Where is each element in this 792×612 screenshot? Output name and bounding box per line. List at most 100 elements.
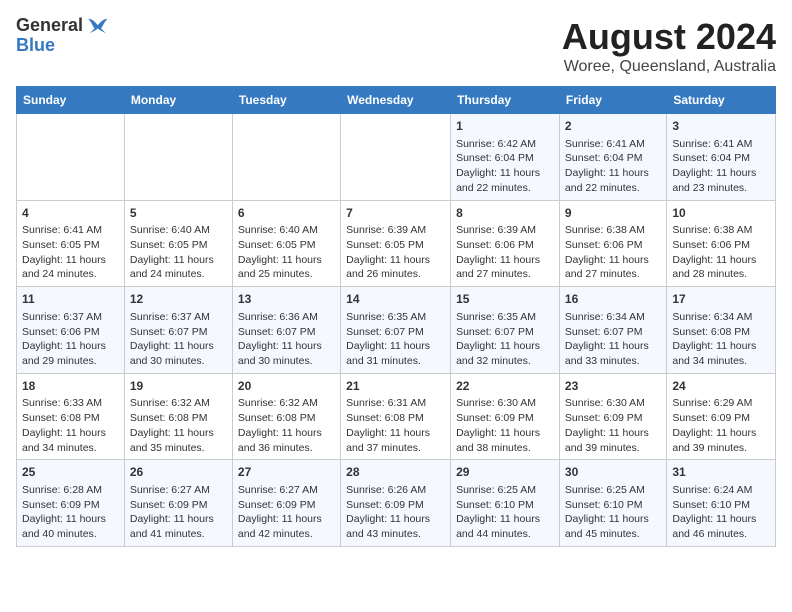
calendar-cell: [341, 114, 451, 201]
calendar-cell: 29Sunrise: 6:25 AMSunset: 6:10 PMDayligh…: [451, 460, 560, 547]
column-header-wednesday: Wednesday: [341, 87, 451, 114]
day-number: 12: [130, 291, 227, 308]
daylight-text: Daylight: 11 hours and 38 minutes.: [456, 426, 554, 455]
sunrise-text: Sunrise: 6:41 AM: [565, 137, 661, 152]
sunset-text: Sunset: 6:10 PM: [672, 498, 770, 513]
calendar-cell: 27Sunrise: 6:27 AMSunset: 6:09 PMDayligh…: [232, 460, 340, 547]
day-number: 5: [130, 205, 227, 222]
sunset-text: Sunset: 6:09 PM: [565, 411, 661, 426]
calendar-cell: 8Sunrise: 6:39 AMSunset: 6:06 PMDaylight…: [451, 200, 560, 287]
day-number: 13: [238, 291, 335, 308]
sunrise-text: Sunrise: 6:38 AM: [565, 223, 661, 238]
sunset-text: Sunset: 6:04 PM: [565, 151, 661, 166]
daylight-text: Daylight: 11 hours and 24 minutes.: [130, 253, 227, 282]
sunset-text: Sunset: 6:06 PM: [456, 238, 554, 253]
daylight-text: Daylight: 11 hours and 39 minutes.: [672, 426, 770, 455]
daylight-text: Daylight: 11 hours and 42 minutes.: [238, 512, 335, 541]
calendar-cell: 30Sunrise: 6:25 AMSunset: 6:10 PMDayligh…: [559, 460, 666, 547]
calendar-cell: 22Sunrise: 6:30 AMSunset: 6:09 PMDayligh…: [451, 373, 560, 460]
day-number: 25: [22, 464, 119, 481]
day-number: 1: [456, 118, 554, 135]
sunrise-text: Sunrise: 6:30 AM: [456, 396, 554, 411]
sunrise-text: Sunrise: 6:34 AM: [672, 310, 770, 325]
daylight-text: Daylight: 11 hours and 43 minutes.: [346, 512, 445, 541]
day-number: 30: [565, 464, 661, 481]
day-number: 9: [565, 205, 661, 222]
day-number: 26: [130, 464, 227, 481]
column-header-saturday: Saturday: [667, 87, 776, 114]
sunrise-text: Sunrise: 6:40 AM: [130, 223, 227, 238]
calendar-cell: 11Sunrise: 6:37 AMSunset: 6:06 PMDayligh…: [17, 287, 125, 374]
calendar-week-row: 1Sunrise: 6:42 AMSunset: 6:04 PMDaylight…: [17, 114, 776, 201]
day-number: 31: [672, 464, 770, 481]
calendar-cell: 18Sunrise: 6:33 AMSunset: 6:08 PMDayligh…: [17, 373, 125, 460]
calendar-cell: 24Sunrise: 6:29 AMSunset: 6:09 PMDayligh…: [667, 373, 776, 460]
calendar-cell: 9Sunrise: 6:38 AMSunset: 6:06 PMDaylight…: [559, 200, 666, 287]
daylight-text: Daylight: 11 hours and 33 minutes.: [565, 339, 661, 368]
logo-bird-icon: [85, 17, 109, 35]
sunset-text: Sunset: 6:10 PM: [456, 498, 554, 513]
day-number: 17: [672, 291, 770, 308]
day-number: 29: [456, 464, 554, 481]
sunrise-text: Sunrise: 6:37 AM: [130, 310, 227, 325]
sunset-text: Sunset: 6:06 PM: [22, 325, 119, 340]
logo-general-text: General: [16, 16, 83, 36]
sunset-text: Sunset: 6:07 PM: [238, 325, 335, 340]
calendar-body: 1Sunrise: 6:42 AMSunset: 6:04 PMDaylight…: [17, 114, 776, 547]
daylight-text: Daylight: 11 hours and 34 minutes.: [672, 339, 770, 368]
day-number: 10: [672, 205, 770, 222]
sunset-text: Sunset: 6:06 PM: [672, 238, 770, 253]
sunset-text: Sunset: 6:08 PM: [22, 411, 119, 426]
sunset-text: Sunset: 6:09 PM: [22, 498, 119, 513]
sunrise-text: Sunrise: 6:35 AM: [456, 310, 554, 325]
calendar-cell: 3Sunrise: 6:41 AMSunset: 6:04 PMDaylight…: [667, 114, 776, 201]
sunrise-text: Sunrise: 6:33 AM: [22, 396, 119, 411]
sunrise-text: Sunrise: 6:30 AM: [565, 396, 661, 411]
day-number: 22: [456, 378, 554, 395]
daylight-text: Daylight: 11 hours and 36 minutes.: [238, 426, 335, 455]
daylight-text: Daylight: 11 hours and 22 minutes.: [456, 166, 554, 195]
daylight-text: Daylight: 11 hours and 41 minutes.: [130, 512, 227, 541]
calendar-cell: 1Sunrise: 6:42 AMSunset: 6:04 PMDaylight…: [451, 114, 560, 201]
daylight-text: Daylight: 11 hours and 23 minutes.: [672, 166, 770, 195]
calendar-cell: 28Sunrise: 6:26 AMSunset: 6:09 PMDayligh…: [341, 460, 451, 547]
sunset-text: Sunset: 6:08 PM: [130, 411, 227, 426]
day-number: 27: [238, 464, 335, 481]
subtitle: Woree, Queensland, Australia: [562, 58, 776, 76]
day-number: 23: [565, 378, 661, 395]
calendar-cell: 5Sunrise: 6:40 AMSunset: 6:05 PMDaylight…: [124, 200, 232, 287]
calendar-cell: 2Sunrise: 6:41 AMSunset: 6:04 PMDaylight…: [559, 114, 666, 201]
day-number: 19: [130, 378, 227, 395]
calendar-cell: [17, 114, 125, 201]
sunset-text: Sunset: 6:07 PM: [565, 325, 661, 340]
sunrise-text: Sunrise: 6:40 AM: [238, 223, 335, 238]
calendar-cell: 4Sunrise: 6:41 AMSunset: 6:05 PMDaylight…: [17, 200, 125, 287]
calendar-cell: 17 Sunrise: 6:34 AMSunset: 6:08 PMDayligh…: [667, 287, 776, 374]
sunset-text: Sunset: 6:09 PM: [346, 498, 445, 513]
calendar-cell: 14Sunrise: 6:35 AMSunset: 6:07 PMDayligh…: [341, 287, 451, 374]
sunset-text: Sunset: 6:09 PM: [130, 498, 227, 513]
sunset-text: Sunset: 6:04 PM: [456, 151, 554, 166]
sunset-text: Sunset: 6:04 PM: [672, 151, 770, 166]
sunrise-text: Sunrise: 6:41 AM: [672, 137, 770, 152]
calendar-cell: 19Sunrise: 6:32 AMSunset: 6:08 PMDayligh…: [124, 373, 232, 460]
sunset-text: Sunset: 6:07 PM: [130, 325, 227, 340]
calendar-cell: 21Sunrise: 6:31 AMSunset: 6:08 PMDayligh…: [341, 373, 451, 460]
header: General Blue August 2024 Woree, Queensla…: [16, 16, 776, 76]
daylight-text: Daylight: 11 hours and 44 minutes.: [456, 512, 554, 541]
sunset-text: Sunset: 6:05 PM: [346, 238, 445, 253]
calendar-week-row: 25Sunrise: 6:28 AMSunset: 6:09 PMDayligh…: [17, 460, 776, 547]
daylight-text: Daylight: 11 hours and 30 minutes.: [130, 339, 227, 368]
day-number: 7: [346, 205, 445, 222]
day-number: 6: [238, 205, 335, 222]
daylight-text: Daylight: 11 hours and 29 minutes.: [22, 339, 119, 368]
sunset-text: Sunset: 6:05 PM: [22, 238, 119, 253]
sunset-text: Sunset: 6:09 PM: [672, 411, 770, 426]
daylight-text: Daylight: 11 hours and 22 minutes.: [565, 166, 661, 195]
day-number: 11: [22, 291, 119, 308]
sunrise-text: Sunrise: 6:27 AM: [130, 483, 227, 498]
calendar-cell: 13Sunrise: 6:36 AMSunset: 6:07 PMDayligh…: [232, 287, 340, 374]
daylight-text: Daylight: 11 hours and 27 minutes.: [565, 253, 661, 282]
daylight-text: Daylight: 11 hours and 31 minutes.: [346, 339, 445, 368]
sunset-text: Sunset: 6:08 PM: [672, 325, 770, 340]
